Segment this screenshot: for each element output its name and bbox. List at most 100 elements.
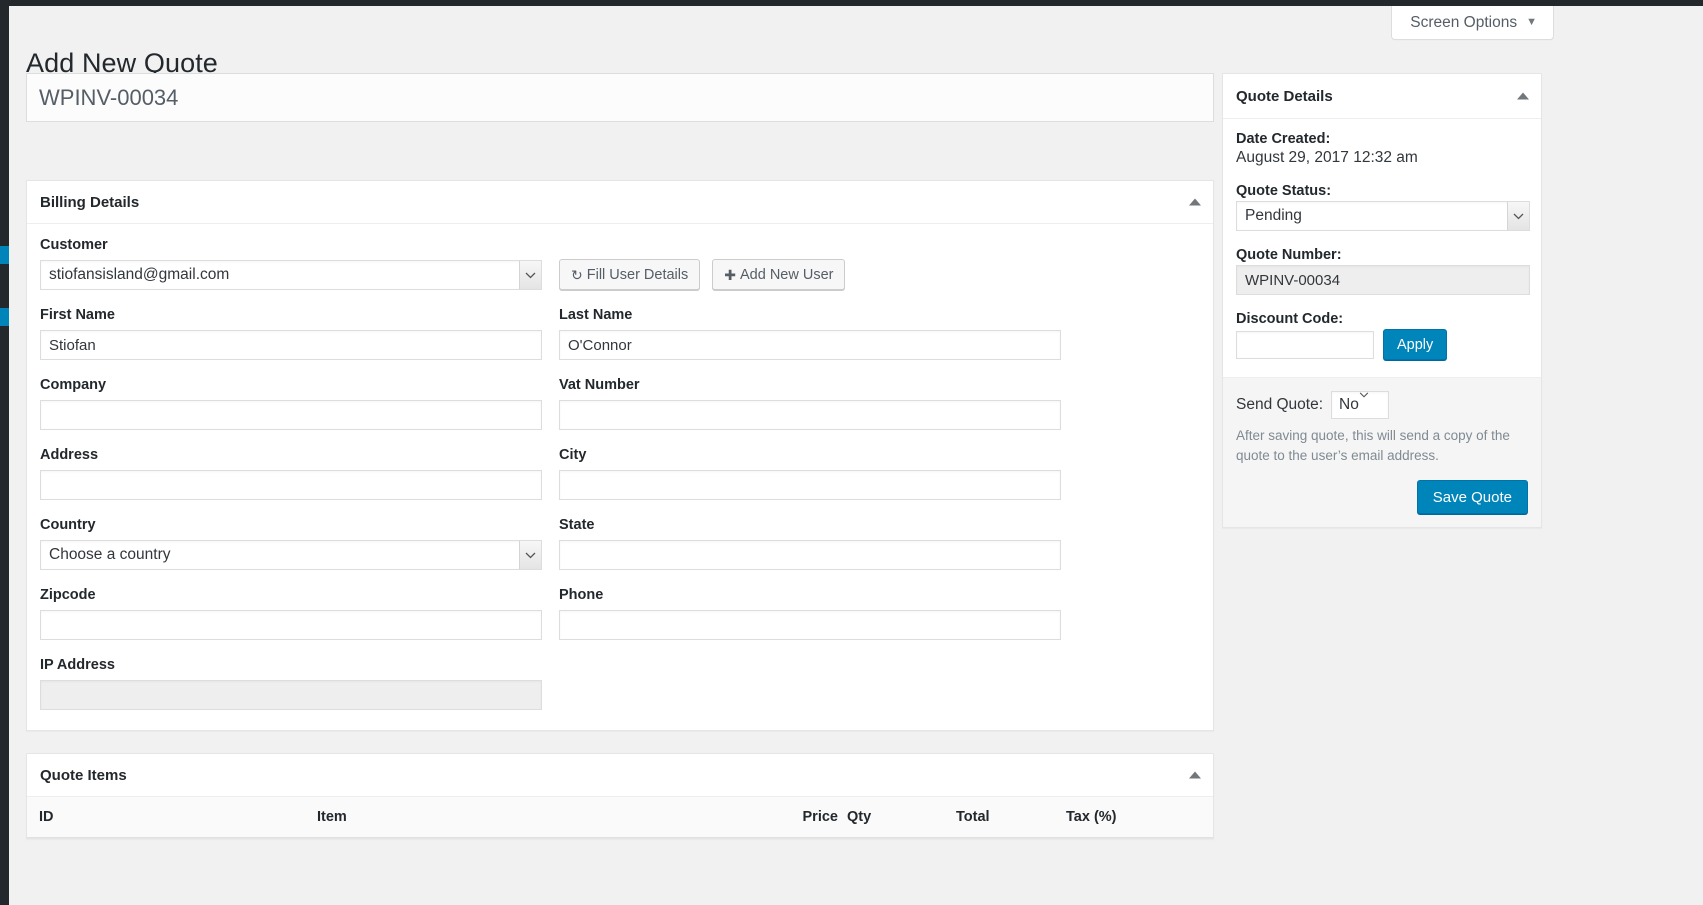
billing-details-panel: Billing Details Customer stiofansisland@… [26, 180, 1214, 731]
country-select[interactable]: Choose a country [40, 540, 542, 570]
quote-items-header[interactable]: Quote Items [27, 754, 1213, 797]
state-input[interactable] [559, 540, 1061, 570]
discount-code-input[interactable] [1236, 330, 1374, 359]
column-header-tax: Tax (%) [1066, 797, 1213, 838]
name-row: First Name Last Name [40, 307, 1200, 360]
ip-address-input [40, 680, 542, 710]
quote-number-input [1236, 265, 1530, 295]
customer-row: Customer stiofansisland@gmail.com ↻ Fill… [40, 237, 1200, 290]
ip-address-row: IP Address [40, 657, 1200, 710]
send-quote-value: No [1339, 396, 1359, 413]
send-quote-select[interactable]: No [1331, 391, 1390, 419]
quote-details-body: Date Created: August 29, 2017 12:32 am Q… [1223, 119, 1541, 377]
send-quote-label: Send Quote: [1236, 396, 1324, 413]
sidebar-container: Quote Details Date Created: August 29, 2… [1222, 73, 1542, 550]
admin-menu-highlight-2[interactable] [0, 308, 9, 326]
last-name-group: Last Name [559, 307, 1061, 360]
screen-options-label: Screen Options [1410, 13, 1518, 31]
apply-discount-button[interactable]: Apply [1383, 329, 1448, 360]
customer-select[interactable]: stiofansisland@gmail.com [40, 260, 542, 290]
first-name-group: First Name [40, 307, 542, 360]
address-input[interactable] [40, 470, 542, 500]
billing-details-title: Billing Details [40, 193, 140, 211]
customer-select-value: stiofansisland@gmail.com [49, 266, 230, 283]
save-quote-row: Save Quote [1236, 480, 1528, 515]
date-created-group: Date Created: August 29, 2017 12:32 am [1236, 131, 1528, 167]
company-input[interactable] [40, 400, 542, 430]
ip-address-group: IP Address [40, 657, 542, 710]
quote-items-panel: Quote Items ID Item Price Qty Total Tax … [26, 753, 1214, 839]
phone-input[interactable] [559, 610, 1061, 640]
admin-menu-highlight-1[interactable] [0, 246, 9, 264]
admin-sidebar-menu[interactable] [0, 6, 9, 905]
fill-user-details-button[interactable]: ↻ Fill User Details [559, 259, 701, 290]
state-group: State [559, 517, 1061, 570]
add-new-user-label: Add New User [739, 266, 834, 283]
send-quote-description: After saving quote, this will send a cop… [1236, 428, 1510, 463]
quote-status-group: Quote Status: Pending [1236, 183, 1530, 231]
quote-number-group: Quote Number: [1236, 247, 1530, 295]
customer-label: Customer [40, 237, 108, 253]
quote-items-title: Quote Items [40, 766, 127, 784]
column-header-qty: Qty [838, 797, 956, 838]
last-name-input[interactable] [559, 330, 1061, 360]
quote-details-header[interactable]: Quote Details [1223, 74, 1541, 119]
discount-code-group: Discount Code: Apply [1236, 311, 1528, 360]
wp-body: Screen Options ▼ Add New Quote Billing D… [9, 6, 1703, 905]
quote-status-value: Pending [1245, 207, 1302, 224]
ip-address-label: IP Address [40, 657, 115, 673]
zipcode-input[interactable] [40, 610, 542, 640]
collapse-toggle-icon[interactable] [1189, 198, 1201, 206]
company-label: Company [40, 377, 107, 393]
chevron-down-icon [1507, 202, 1529, 230]
quote-status-label: Quote Status: [1236, 183, 1332, 199]
country-label: Country [40, 517, 96, 533]
post-body-content: Billing Details Customer stiofansisland@… [26, 73, 1214, 861]
quote-status-select[interactable]: Pending [1236, 201, 1530, 231]
chevron-down-icon: ▼ [1526, 16, 1537, 28]
send-quote-row: Send Quote: No [1236, 391, 1528, 419]
state-label: State [559, 517, 595, 533]
city-input[interactable] [559, 470, 1061, 500]
zipcode-label: Zipcode [40, 587, 96, 603]
zip-phone-row: Zipcode Phone [40, 587, 1200, 640]
screen-options-button[interactable]: Screen Options ▼ [1391, 6, 1554, 40]
chevron-down-icon [519, 541, 541, 569]
discount-code-label: Discount Code: [1236, 311, 1344, 327]
vat-number-label: Vat Number [559, 377, 640, 393]
fill-user-details-label: Fill User Details [586, 266, 689, 283]
collapse-toggle-icon[interactable] [1189, 771, 1201, 779]
date-created-label: Date Created: [1236, 131, 1331, 147]
company-group: Company [40, 377, 542, 430]
add-new-user-button[interactable]: ✚ Add New User [712, 259, 846, 290]
vat-number-group: Vat Number [559, 377, 1061, 430]
vat-number-input[interactable] [559, 400, 1061, 430]
city-label: City [559, 447, 587, 463]
billing-details-header[interactable]: Billing Details [27, 181, 1213, 224]
company-vat-row: Company Vat Number [40, 377, 1200, 430]
date-created-value: August 29, 2017 12:32 am [1236, 149, 1418, 166]
country-group: Country Choose a country [40, 517, 542, 570]
save-quote-button[interactable]: Save Quote [1416, 480, 1528, 515]
refresh-icon: ↻ [571, 266, 583, 283]
quote-details-title: Quote Details [1236, 87, 1333, 105]
address-label: Address [40, 447, 99, 463]
address-group: Address [40, 447, 542, 500]
city-group: City [559, 447, 1061, 500]
first-name-input[interactable] [40, 330, 542, 360]
screen-meta-links: Screen Options ▼ [1391, 6, 1554, 40]
quote-details-footer: Send Quote: No After saving quote, this … [1223, 377, 1541, 528]
column-header-id: ID [27, 797, 317, 838]
plus-icon: ✚ [724, 266, 736, 283]
country-state-row: Country Choose a country State [40, 517, 1200, 570]
country-select-value: Choose a country [49, 546, 171, 563]
quote-items-header-row: ID Item Price Qty Total Tax (%) [27, 797, 1213, 838]
chevron-down-icon [519, 261, 541, 289]
column-header-price: Price [762, 797, 838, 838]
collapse-toggle-icon[interactable] [1517, 92, 1529, 100]
quote-title-input[interactable] [27, 74, 1213, 121]
phone-label: Phone [559, 587, 604, 603]
billing-details-body: Customer stiofansisland@gmail.com ↻ Fill… [27, 224, 1213, 730]
address-city-row: Address City [40, 447, 1200, 500]
quote-title-field-wrapper [26, 73, 1214, 122]
